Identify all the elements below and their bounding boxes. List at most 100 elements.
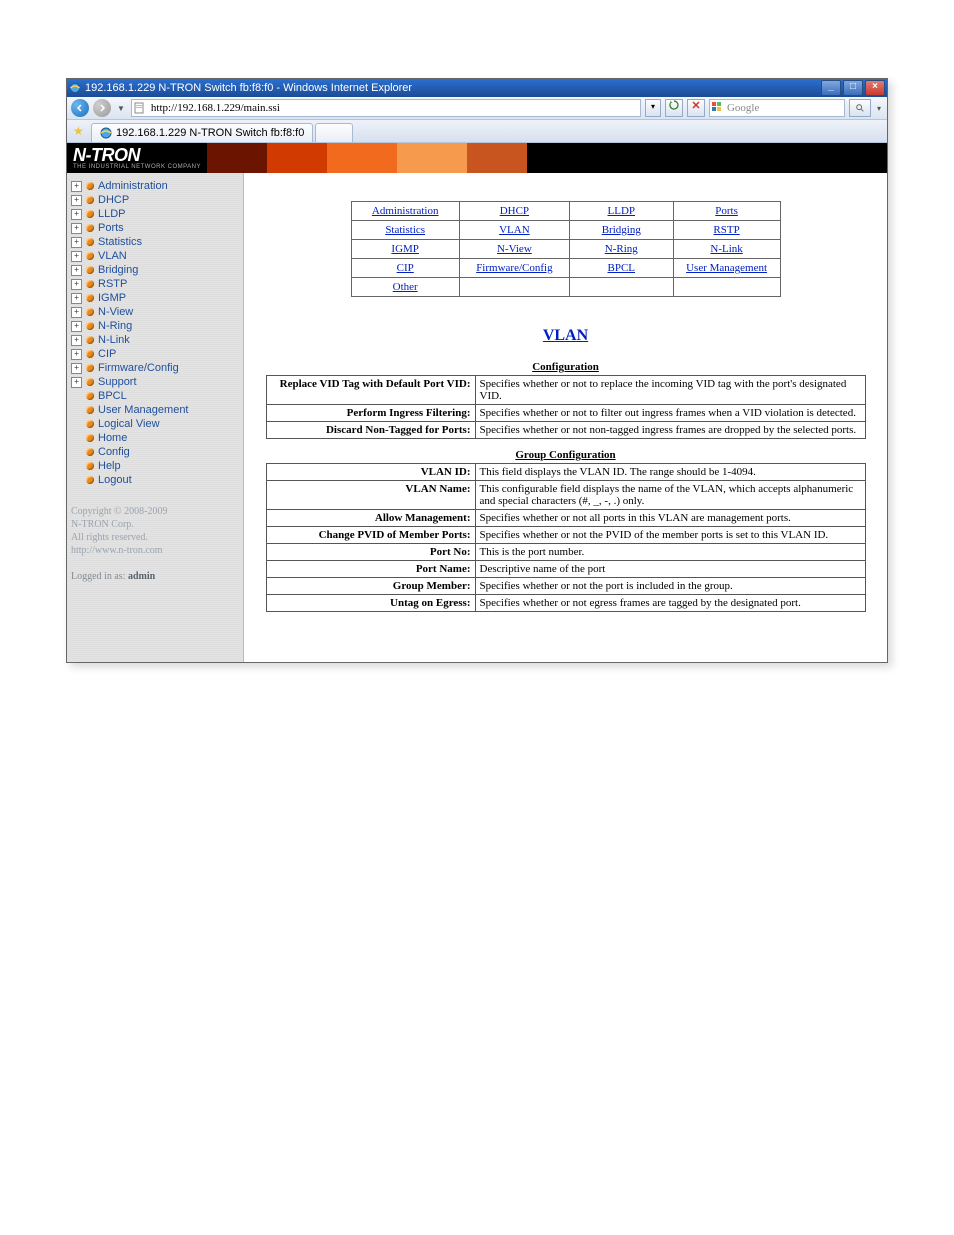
sidebar-item-label: DHCP	[98, 194, 129, 206]
tree-expand-icon[interactable]: +	[71, 363, 82, 374]
help-cell[interactable]: Ports	[673, 202, 780, 221]
sidebar-item-home[interactable]: +Home	[71, 431, 239, 445]
nav-back-button[interactable]	[71, 99, 89, 117]
help-link-cip[interactable]: CIP	[397, 262, 414, 274]
folder-dot-icon	[86, 294, 94, 302]
close-button[interactable]: ×	[865, 80, 885, 96]
sidebar-item-vlan[interactable]: +VLAN	[71, 249, 239, 263]
sidebar-item-logical-view[interactable]: +Logical View	[71, 417, 239, 431]
help-link-rstp[interactable]: RSTP	[713, 224, 739, 236]
help-cell[interactable]: N-Ring	[569, 240, 673, 259]
tree-expand-icon[interactable]: +	[71, 307, 82, 318]
help-cell[interactable]: Bridging	[569, 221, 673, 240]
sidebar-item-lldp[interactable]: +LLDP	[71, 207, 239, 221]
new-tab-button[interactable]	[315, 123, 353, 142]
sidebar-item-ports[interactable]: +Ports	[71, 221, 239, 235]
sidebar-item-rstp[interactable]: +RSTP	[71, 277, 239, 291]
help-link-statistics[interactable]: Statistics	[385, 224, 425, 236]
help-cell[interactable]: LLDP	[569, 202, 673, 221]
config-value: Specifies whether or not to replace the …	[475, 376, 865, 405]
sidebar-item-igmp[interactable]: +IGMP	[71, 291, 239, 305]
help-cell[interactable]: BPCL	[569, 259, 673, 278]
tree-expand-icon[interactable]: +	[71, 265, 82, 276]
minimize-button[interactable]: _	[821, 80, 841, 96]
refresh-button[interactable]	[665, 99, 683, 117]
active-tab[interactable]: 192.168.1.229 N-TRON Switch fb:f8:f0	[91, 123, 313, 142]
help-link-igmp[interactable]: IGMP	[391, 243, 419, 255]
tree-expand-icon[interactable]: +	[71, 181, 82, 192]
help-link-bridging[interactable]: Bridging	[602, 224, 641, 236]
help-link-vlan[interactable]: VLAN	[499, 224, 530, 236]
sidebar-item-dhcp[interactable]: + DHCP	[71, 193, 239, 207]
tree-expand-icon[interactable]: +	[71, 195, 82, 206]
search-button[interactable]	[849, 99, 871, 117]
sidebar-item-label: Home	[98, 432, 127, 444]
config-key: Perform Ingress Filtering:	[266, 405, 475, 422]
help-link-administration[interactable]: Administration	[372, 205, 439, 217]
tree-expand-icon[interactable]: +	[71, 251, 82, 262]
help-cell[interactable]: N-View	[459, 240, 569, 259]
sidebar-item-help[interactable]: +Help	[71, 459, 239, 473]
sidebar-item-bridging[interactable]: +Bridging	[71, 263, 239, 277]
help-link-n-link[interactable]: N-Link	[710, 243, 742, 255]
stop-button[interactable]	[687, 99, 705, 117]
sidebar-item-n-ring[interactable]: +N-Ring	[71, 319, 239, 333]
help-link-other[interactable]: Other	[393, 281, 418, 293]
sidebar-item-cip[interactable]: +CIP	[71, 347, 239, 361]
tree-expand-icon[interactable]: +	[71, 335, 82, 346]
tree-expand-icon[interactable]: +	[71, 321, 82, 332]
maximize-button[interactable]: □	[843, 80, 863, 96]
help-cell[interactable]: Statistics	[351, 221, 459, 240]
sidebar-item-n-link[interactable]: +N-Link	[71, 333, 239, 347]
tree-expand-icon[interactable]: +	[71, 349, 82, 360]
sidebar-item-logout[interactable]: +Logout	[71, 473, 239, 487]
sidebar-item-firmware-config[interactable]: +Firmware/Config	[71, 361, 239, 375]
tree-expand-icon[interactable]: +	[71, 293, 82, 304]
help-cell[interactable]: IGMP	[351, 240, 459, 259]
help-link-n-view[interactable]: N-View	[497, 243, 532, 255]
tree-expand-icon[interactable]: +	[71, 209, 82, 220]
tree-expand-icon[interactable]: +	[71, 237, 82, 248]
help-cell[interactable]: RSTP	[673, 221, 780, 240]
address-bar[interactable]	[131, 99, 641, 117]
config-value: Specifies whether or not egress frames a…	[475, 595, 865, 612]
nav-history-dropdown[interactable]: ▼	[115, 104, 127, 113]
sidebar-item-n-view[interactable]: +N-View	[71, 305, 239, 319]
search-box[interactable]	[709, 99, 845, 117]
tree-expand-icon[interactable]: +	[71, 377, 82, 388]
folder-dot-icon	[86, 448, 94, 456]
tree-expand-icon[interactable]: +	[71, 279, 82, 290]
help-link-bpcl[interactable]: BPCL	[608, 262, 636, 274]
sidebar-item-support[interactable]: +Support	[71, 375, 239, 389]
help-cell[interactable]: CIP	[351, 259, 459, 278]
help-link-n-ring[interactable]: N-Ring	[605, 243, 638, 255]
help-cell[interactable]: N-Link	[673, 240, 780, 259]
help-cell[interactable]: Firmware/Config	[459, 259, 569, 278]
help-link-ports[interactable]: Ports	[715, 205, 738, 217]
sidebar-item-user-management[interactable]: +User Management	[71, 403, 239, 417]
help-cell[interactable]: DHCP	[459, 202, 569, 221]
sidebar-item-config[interactable]: +Config	[71, 445, 239, 459]
search-input[interactable]	[725, 101, 864, 115]
address-dropdown-button[interactable]: ▾	[645, 99, 661, 117]
help-cell[interactable]: VLAN	[459, 221, 569, 240]
help-cell[interactable]: User Management	[673, 259, 780, 278]
help-link-lldp[interactable]: LLDP	[608, 205, 636, 217]
configuration-header: Configuration	[262, 361, 869, 373]
favorites-icon[interactable]: ★	[73, 124, 87, 138]
tree-expand-icon[interactable]: +	[71, 223, 82, 234]
help-cell[interactable]: Other	[351, 278, 459, 297]
folder-dot-icon	[86, 196, 94, 204]
help-link-user-management[interactable]: User Management	[686, 262, 767, 274]
address-input[interactable]	[149, 101, 638, 115]
sidebar-item-statistics[interactable]: +Statistics	[71, 235, 239, 249]
sidebar-item-administration[interactable]: +Administration	[71, 179, 239, 193]
tabs-row: ★ 192.168.1.229 N-TRON Switch fb:f8:f0	[67, 120, 887, 143]
nav-forward-button[interactable]	[93, 99, 111, 117]
help-link-dhcp[interactable]: DHCP	[500, 205, 529, 217]
sidebar-item-bpcl[interactable]: +BPCL	[71, 389, 239, 403]
search-dropdown[interactable]: ▾	[875, 104, 883, 113]
help-cell[interactable]: Administration	[351, 202, 459, 221]
help-link-firmware-config[interactable]: Firmware/Config	[476, 262, 552, 274]
folder-dot-icon	[86, 364, 94, 372]
